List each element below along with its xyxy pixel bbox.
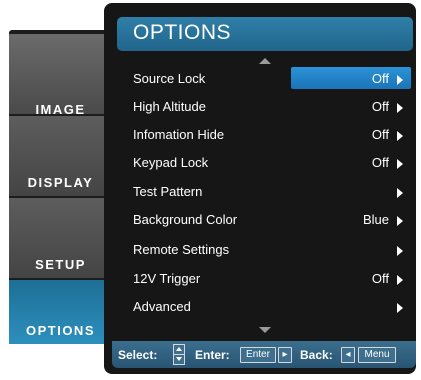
caret-right-icon (397, 75, 403, 85)
menu-item-label: Test Pattern (133, 184, 203, 199)
caret-right-icon (397, 188, 403, 198)
enter-key: Enter (240, 347, 276, 363)
caret-right-icon (397, 103, 403, 113)
selection-highlight (291, 67, 411, 89)
help-bar: Select: Enter: Enter ▸ Back: ◂ Menu (112, 341, 416, 368)
menu-item-value: Off (371, 155, 389, 170)
page-title: OPTIONS (133, 21, 232, 44)
caret-right-icon (397, 131, 403, 141)
menu-item-label: Background Color (133, 212, 238, 227)
menu-item-label: Advanced (133, 299, 191, 314)
menu-item-advanced[interactable]: Advanced (117, 293, 413, 321)
menu-item-value: Off (371, 271, 389, 286)
caret-right-icon (397, 303, 403, 313)
caret-right-icon (397, 246, 403, 256)
tab-image-label: IMAGE (35, 102, 86, 117)
menu-item-label: Source Lock (133, 71, 206, 86)
menu-item-label: Keypad Lock (133, 155, 209, 170)
menu-item-high-altitude[interactable]: High Altitude Off (117, 93, 413, 121)
enter-hint-label: Enter: (195, 348, 230, 362)
right-key-icon: ▸ (278, 347, 292, 363)
menu-item-12v-trigger[interactable]: 12V Trigger Off (117, 265, 413, 293)
caret-right-icon (397, 216, 403, 226)
tab-options-label: OPTIONS (25, 323, 95, 338)
left-key-icon: ◂ (341, 347, 355, 363)
menu-item-value: Off (371, 127, 389, 142)
tab-display[interactable]: DISPLAY (9, 116, 112, 196)
menu-item-value: Off (371, 99, 389, 114)
menu-item-value: Blue (362, 212, 389, 227)
menu-item-source-lock[interactable]: Source Lock Off (117, 65, 413, 93)
tab-options[interactable]: OPTIONS (9, 280, 112, 344)
menu-item-background-color[interactable]: Background Color Blue (117, 206, 413, 234)
back-hint-label: Back: (300, 348, 333, 362)
menu-item-label: 12V Trigger (133, 271, 201, 286)
triangle-down-icon (259, 327, 271, 333)
tab-image[interactable]: IMAGE (9, 34, 112, 117)
menu-item-test-pattern[interactable]: Test Pattern (117, 178, 413, 206)
select-hint-label: Select: (118, 348, 158, 362)
osd-tab-column: IMAGE DISPLAY SETUP OPTIONS (9, 30, 112, 344)
menu-item-information-hide[interactable]: Infomation Hide Off (117, 121, 413, 149)
menu-item-label: High Altitude (133, 99, 206, 114)
caret-right-icon (397, 159, 403, 169)
up-down-keys-icon (173, 344, 185, 365)
menu-item-remote-settings[interactable]: Remote Settings (117, 236, 413, 264)
tab-setup[interactable]: SETUP (9, 198, 112, 278)
triangle-up-icon (259, 58, 271, 64)
tab-display-label: DISPLAY (27, 175, 94, 190)
menu-item-value: Off (371, 71, 389, 86)
tab-setup-label: SETUP (35, 257, 86, 272)
menu-key: Menu (358, 347, 396, 363)
menu-item-label: Remote Settings (133, 242, 230, 257)
menu-item-keypad-lock[interactable]: Keypad Lock Off (117, 149, 413, 177)
menu-item-label: Infomation Hide (133, 127, 225, 142)
caret-right-icon (397, 275, 403, 285)
